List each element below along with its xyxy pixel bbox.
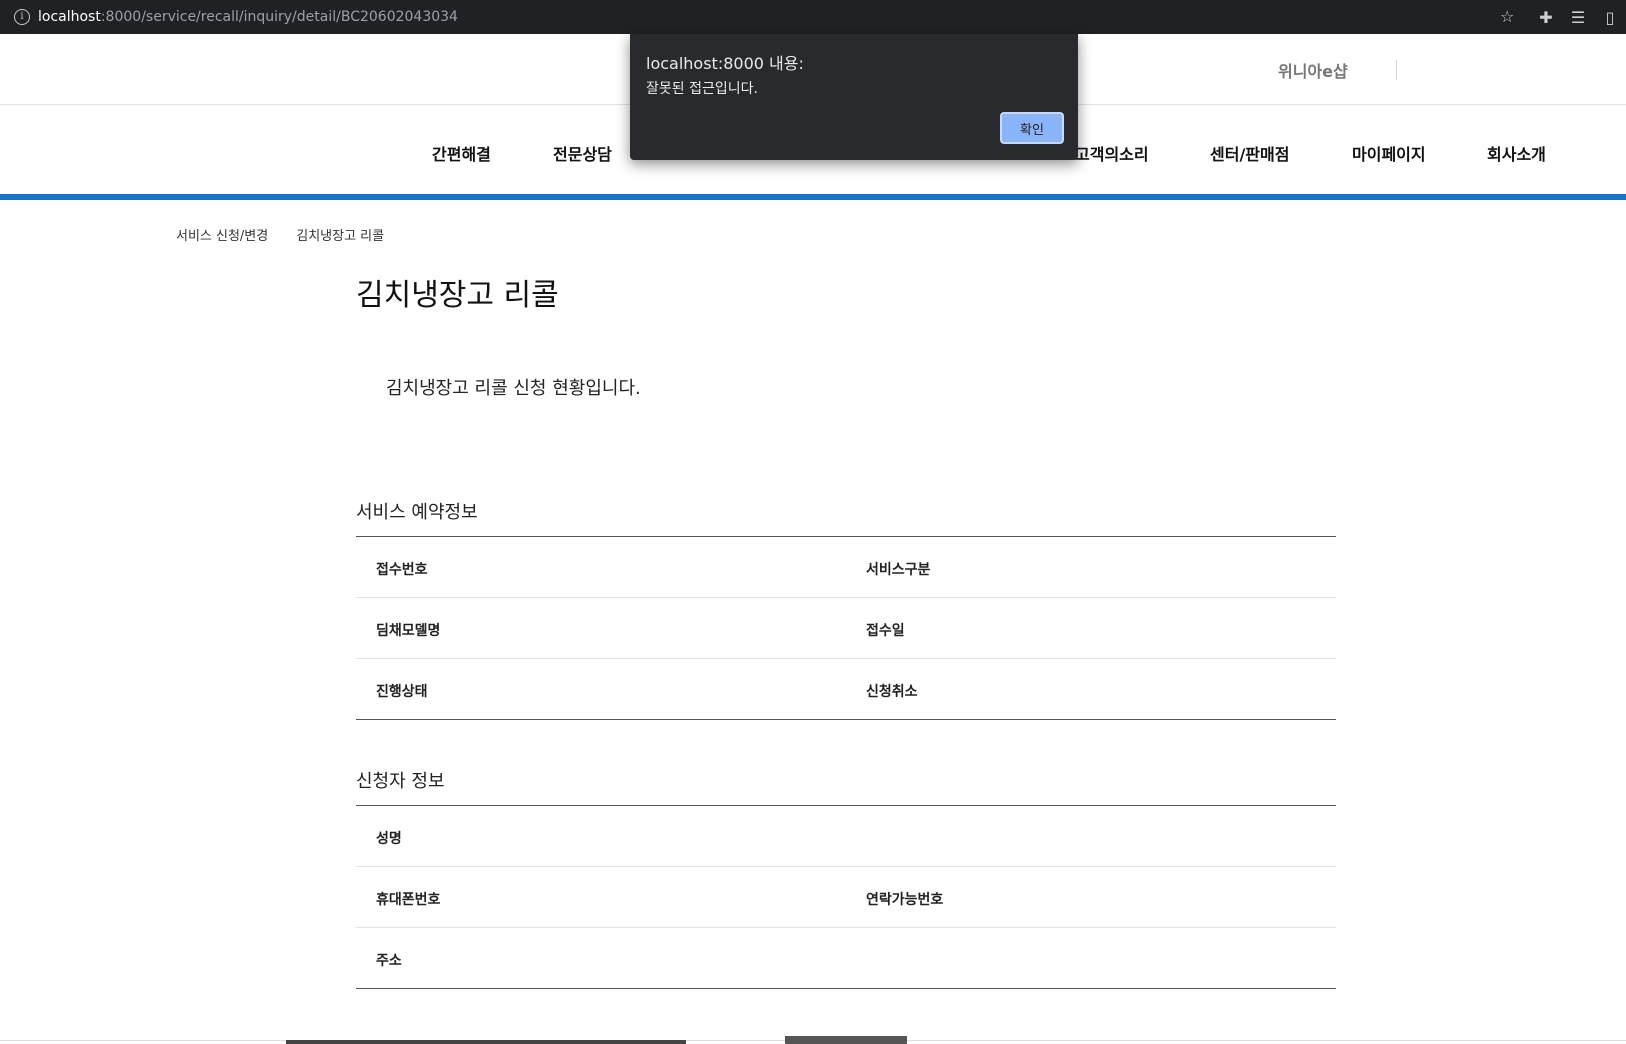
field-label: 연락가능번호 [866, 892, 944, 908]
footer-bar [785, 1036, 907, 1044]
table-row: 진행상태 신청취소 [356, 659, 1336, 719]
breadcrumb-item[interactable]: 서비스 신청/변경 [176, 229, 268, 244]
extensions-icon[interactable]: ✚ [1530, 8, 1562, 27]
alert-dialog: localhost:8000 내용: 잘못된 접근입니다. 확인 [630, 34, 1078, 160]
reading-list-icon[interactable]: ☰ [1562, 8, 1594, 27]
field-label: 신청취소 [866, 684, 918, 700]
side-panel-icon[interactable]: ▯ [1594, 8, 1626, 27]
service-info-table: 접수번호 서비스구분 딤채모델명 접수일 진행상태 신청취소 [356, 536, 1336, 720]
nav-item-company[interactable]: 회사소개 [1487, 141, 1546, 165]
applicant-info-table: 성명 휴대폰번호 연락가능번호 주소 [356, 805, 1336, 989]
field-label: 주소 [376, 953, 402, 969]
confirm-button[interactable]: 확인 [1000, 112, 1064, 144]
page-title: 김치냉장고 리콜 [356, 278, 559, 313]
shop-link[interactable]: 위니아e샵 [1278, 58, 1348, 82]
browser-toolbar: i localhost:8000/service/recall/inquiry/… [0, 0, 1626, 34]
service-info-title: 서비스 예약정보 [356, 502, 478, 523]
header-divider [1396, 60, 1397, 80]
table-row: 접수번호 서비스구분 [356, 537, 1336, 598]
field-label: 휴대폰번호 [376, 892, 441, 908]
breadcrumb-item[interactable]: 김치냉장고 리콜 [296, 229, 384, 244]
field-label: 성명 [376, 831, 402, 847]
url-text: localhost:8000/service/recall/inquiry/de… [38, 9, 458, 25]
applicant-info-title: 신청자 정보 [356, 771, 445, 792]
page-intro: 김치냉장고 리콜 신청 현황입니다. [386, 378, 641, 399]
submenu-bar [0, 194, 1626, 200]
field-label: 서비스구분 [866, 562, 931, 578]
table-row: 딤채모델명 접수일 [356, 598, 1336, 659]
nav-item-customer-voice[interactable]: 고객의소리 [1075, 141, 1149, 165]
table-row: 주소 [356, 928, 1336, 988]
table-row: 성명 [356, 806, 1336, 867]
bookmark-star-icon[interactable]: ☆ [1500, 7, 1514, 26]
browser-actions: ✚ ☰ ▯ [1530, 0, 1626, 34]
alert-title: localhost:8000 내용: [646, 54, 804, 73]
alert-message: 잘못된 접근입니다. [646, 81, 758, 97]
address-bar[interactable]: i localhost:8000/service/recall/inquiry/… [4, 4, 1526, 30]
footer-bar [286, 1040, 686, 1044]
field-label: 접수번호 [376, 562, 428, 578]
nav-item-quick-solve[interactable]: 간편해결 [432, 141, 491, 165]
field-label: 접수일 [866, 623, 905, 639]
site-info-icon[interactable]: i [14, 9, 30, 25]
breadcrumb: 서비스 신청/변경 김치냉장고 리콜 [176, 225, 384, 244]
field-label: 진행상태 [376, 684, 428, 700]
nav-item-mypage[interactable]: 마이페이지 [1352, 141, 1426, 165]
nav-item-consultation[interactable]: 전문상담 [553, 141, 612, 165]
table-row: 휴대폰번호 연락가능번호 [356, 867, 1336, 928]
nav-item-center-store[interactable]: 센터/판매점 [1210, 141, 1289, 165]
field-label: 딤채모델명 [376, 623, 441, 639]
